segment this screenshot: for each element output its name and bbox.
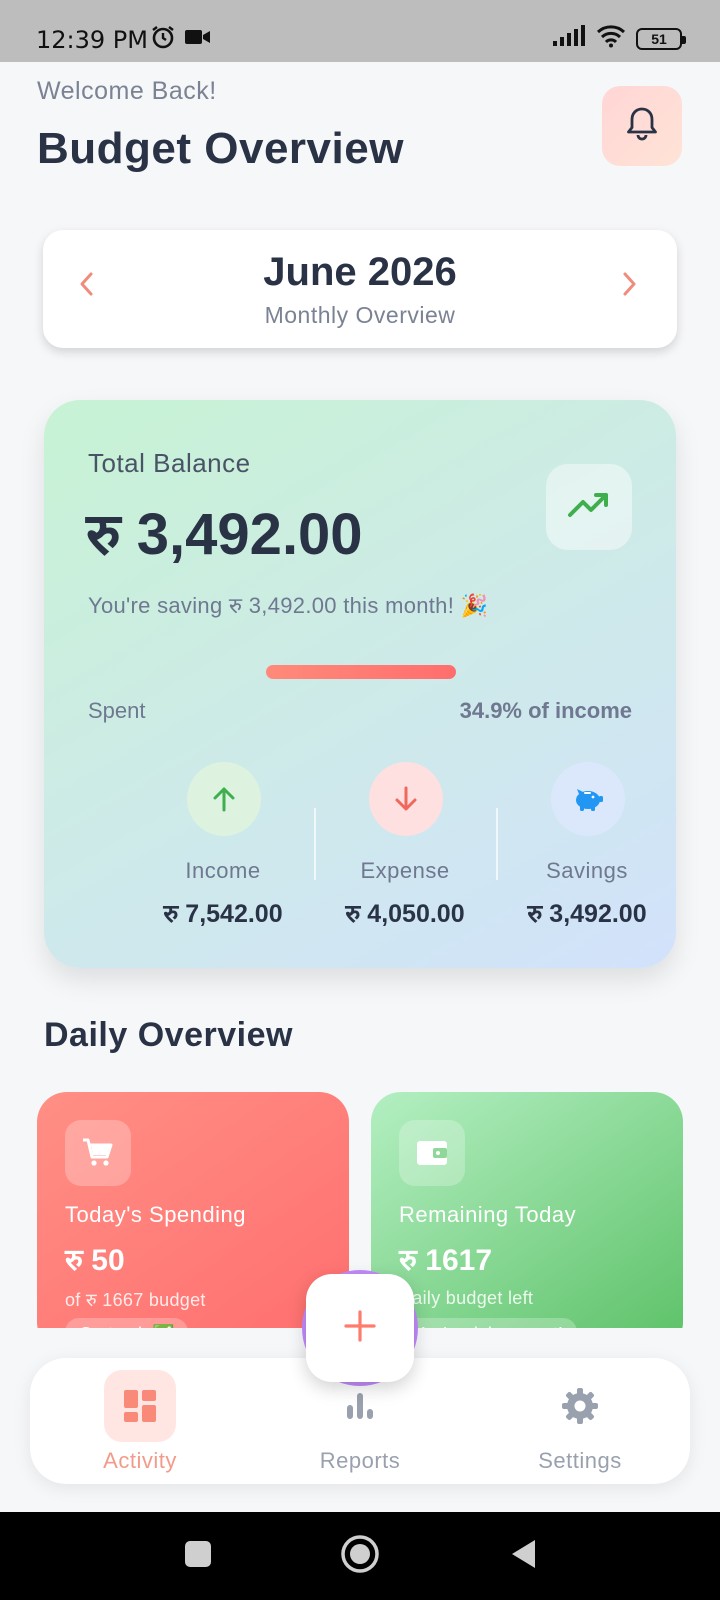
balance-amount: रु 3,492.00 — [86, 502, 363, 567]
status-time: 12:39 PM — [36, 26, 148, 54]
wifi-icon — [596, 24, 626, 53]
dashboard-icon — [104, 1370, 176, 1442]
balance-card: Total Balance रु 3,492.00 You're saving … — [44, 400, 676, 968]
circle-icon — [340, 1534, 380, 1579]
system-navigation-bar — [0, 1512, 720, 1600]
trend-button[interactable] — [546, 464, 632, 550]
chevron-right-icon — [620, 271, 638, 302]
stat-value: रु 4,050.00 — [345, 900, 465, 928]
savings-stat: Savings रु 3,492.00 — [496, 762, 678, 932]
stat-label: Savings — [546, 858, 628, 883]
stat-label: Expense — [360, 858, 450, 883]
spent-label: Spent — [88, 698, 146, 723]
stat-value: रु 7,542.00 — [163, 900, 283, 928]
welcome-text: Welcome Back! — [37, 77, 217, 105]
month-subtitle: Monthly Overview — [264, 302, 456, 328]
stat-value: रु 3,492.00 — [527, 900, 647, 928]
card-value: रु 1617 — [399, 1244, 493, 1277]
spent-progress-bar — [266, 665, 456, 679]
next-month-button[interactable] — [609, 266, 649, 306]
battery-icon: 51 — [636, 27, 686, 50]
recents-button[interactable] — [176, 1534, 220, 1578]
alarm-icon — [150, 24, 176, 55]
expense-stat: Expense रु 4,050.00 — [314, 762, 496, 932]
card-subtitle: Daily budget left — [399, 1288, 534, 1308]
spent-percent: 34.9% of income — [459, 698, 632, 723]
home-button[interactable] — [338, 1534, 382, 1578]
plus-icon — [343, 1309, 377, 1348]
nav-label: Reports — [319, 1448, 401, 1473]
piggy-bank-icon — [551, 762, 625, 836]
daily-overview-title: Daily Overview — [44, 1016, 293, 1054]
add-transaction-button[interactable] — [306, 1274, 414, 1382]
card-title: Today's Spending — [65, 1202, 246, 1227]
arrow-down-icon — [369, 762, 443, 836]
todays-spending-card[interactable]: Today's Spending रु 50 of रु 1667 budget… — [37, 1092, 349, 1352]
wallet-icon — [399, 1120, 465, 1186]
arrow-up-icon — [187, 762, 261, 836]
month-title: June 2026 — [263, 250, 457, 294]
remaining-today-card[interactable]: Remaining Today रु 1617 Daily budget lef… — [371, 1092, 683, 1352]
card-value: रु 50 — [65, 1244, 125, 1277]
saving-message: You're saving रु 3,492.00 this month! 🎉 — [88, 593, 489, 618]
notifications-button[interactable] — [602, 86, 682, 166]
month-selector: June 2026 Monthly Overview — [43, 230, 677, 348]
square-icon — [184, 1540, 212, 1573]
video-icon — [184, 26, 212, 53]
signal-icon — [552, 25, 586, 52]
income-stat: Income रु 7,542.00 — [132, 762, 314, 932]
triangle-back-icon — [510, 1538, 538, 1575]
trending-up-icon — [567, 491, 611, 524]
balance-label: Total Balance — [88, 448, 251, 478]
gear-icon — [544, 1370, 616, 1442]
nav-item-activity[interactable]: Activity — [30, 1358, 250, 1484]
nav-item-settings[interactable]: Settings — [470, 1358, 690, 1484]
cart-icon — [65, 1120, 131, 1186]
page-title: Budget Overview — [37, 124, 404, 173]
status-bar: 12:39 PM 51 — [0, 0, 720, 62]
card-subtitle: of रु 1667 budget — [65, 1290, 206, 1310]
nav-label: Activity — [103, 1448, 177, 1473]
bell-icon — [625, 106, 659, 147]
balance-stats: Income रु 7,542.00 Expense रु 4,050.00 S… — [132, 762, 678, 932]
back-button[interactable] — [502, 1534, 546, 1578]
stat-label: Income — [185, 858, 261, 883]
spent-progress-fill — [266, 665, 456, 679]
nav-label: Settings — [538, 1448, 622, 1473]
card-title: Remaining Today — [399, 1202, 577, 1227]
